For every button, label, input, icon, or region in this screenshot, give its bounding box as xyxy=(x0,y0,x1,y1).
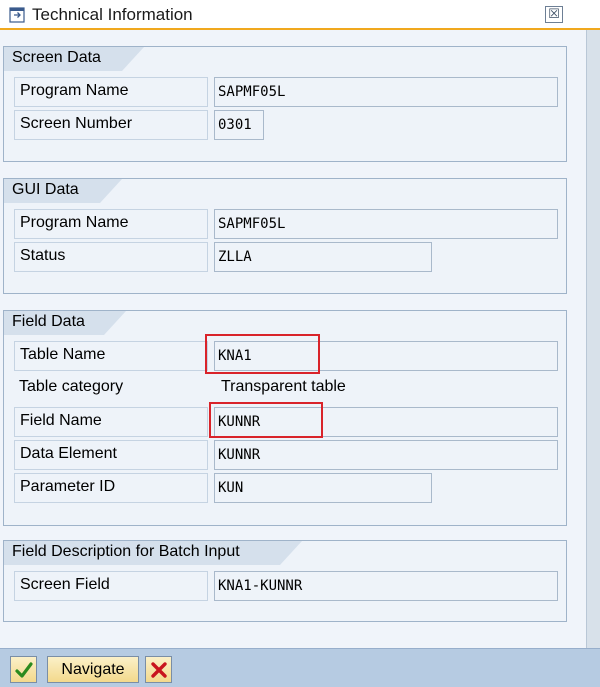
status-label: Status xyxy=(14,242,208,272)
status-row: Status ZLLA xyxy=(14,242,554,272)
field-name-label: Field Name xyxy=(14,407,208,437)
gui-data-group: GUI Data Program Name SAPMF05L Status ZL… xyxy=(3,178,567,294)
info-window-icon xyxy=(9,7,25,23)
parameter-id-label: Parameter ID xyxy=(14,473,208,503)
field-data-header: Field Data xyxy=(4,311,126,335)
data-element-row: Data Element KUNNR xyxy=(14,440,558,470)
field-name-highlight xyxy=(209,402,323,438)
screen-field-field[interactable]: KNA1-KUNNR xyxy=(214,571,558,601)
screen-data-header: Screen Data xyxy=(4,47,144,71)
navigate-button-label: Navigate xyxy=(61,661,125,678)
screen-data-group: Screen Data Program Name SAPMF05L Screen… xyxy=(3,46,567,162)
parameter-id-field[interactable]: KUN xyxy=(214,473,432,503)
table-name-highlight xyxy=(205,334,320,374)
program-name-field[interactable]: SAPMF05L xyxy=(214,77,558,107)
table-category-row: Table category Transparent table xyxy=(14,374,554,404)
gui-program-name-row: Program Name SAPMF05L xyxy=(14,209,558,239)
close-icon[interactable]: ☒ xyxy=(545,6,563,23)
gui-program-name-field[interactable]: SAPMF05L xyxy=(214,209,558,239)
table-name-label: Table Name xyxy=(14,341,208,371)
program-name-label: Program Name xyxy=(14,77,208,107)
data-element-field[interactable]: KUNNR xyxy=(214,440,558,470)
cancel-x-icon xyxy=(151,662,167,678)
table-category-value: Transparent table xyxy=(221,378,346,395)
screen-field-label: Screen Field xyxy=(14,571,208,601)
parameter-id-row: Parameter ID KUN xyxy=(14,473,554,503)
gui-program-name-label: Program Name xyxy=(14,209,208,239)
status-field[interactable]: ZLLA xyxy=(214,242,432,272)
screen-program-name-row: Program Name SAPMF05L xyxy=(14,77,558,107)
confirm-button[interactable] xyxy=(10,656,37,683)
screen-number-row: Screen Number 0301 xyxy=(14,110,554,140)
window-title: Technical Information xyxy=(32,5,193,24)
window-edge xyxy=(586,30,600,648)
gui-data-header: GUI Data xyxy=(4,179,122,203)
footer-toolbar: Navigate xyxy=(0,648,600,687)
batch-input-group: Field Description for Batch Input Screen… xyxy=(3,540,567,622)
navigate-button[interactable]: Navigate xyxy=(47,656,139,683)
screen-number-label: Screen Number xyxy=(14,110,208,140)
window-title-bar: Technical Information ☒ xyxy=(0,0,600,30)
screen-number-field[interactable]: 0301 xyxy=(214,110,264,140)
batch-input-header: Field Description for Batch Input xyxy=(4,541,302,565)
screen-field-row: Screen Field KNA1-KUNNR xyxy=(14,571,558,601)
data-element-label: Data Element xyxy=(14,440,208,470)
table-category-label: Table category xyxy=(19,378,124,395)
cancel-button[interactable] xyxy=(145,656,172,683)
checkmark-icon xyxy=(15,662,33,678)
